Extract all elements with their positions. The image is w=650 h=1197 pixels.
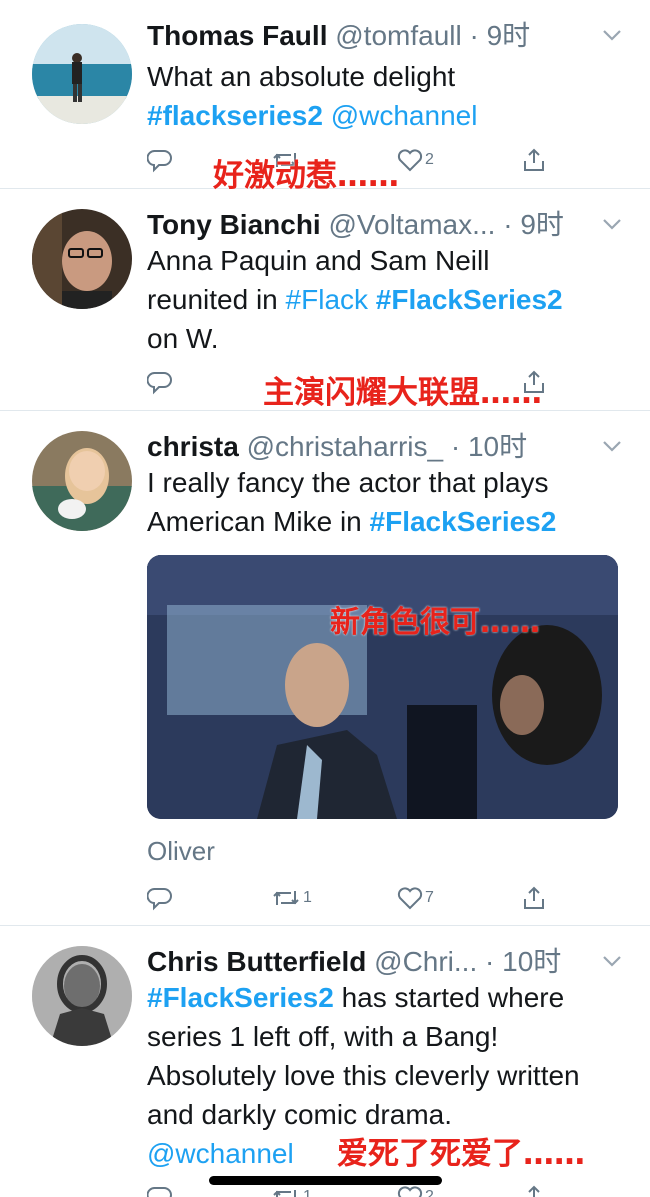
avatar[interactable] [32,24,132,124]
share-button[interactable] [521,1182,547,1197]
caption-overlay: 爱死了死爱了…… [337,1136,585,1172]
author-name[interactable]: Thomas Faull [147,20,327,51]
mention-link[interactable]: @wchannel [147,1138,294,1169]
separator: · [450,431,461,462]
share-icon [524,148,544,171]
retweet-icon [273,891,299,905]
tweet-header: Chris Butterfield @Chri... · 10时 [147,944,610,980]
reply-button[interactable] [147,145,173,175]
tweet-text: has started where [333,982,565,1013]
tweet-text: series 1 left off, with a Bang! [147,1021,499,1052]
tweet-text: Anna Paquin and Sam Neill [147,245,490,276]
caption-overlay: 主演闪耀大联盟…… [263,375,542,411]
avatar[interactable] [32,946,132,1046]
hashtag-link[interactable]: #FlackSeries2 [147,982,334,1013]
chevron-down-icon[interactable] [602,954,622,968]
like-count: 2 [425,151,434,168]
share-icon [528,1185,540,1197]
author-handle[interactable]: @Voltamax... [329,209,496,240]
retweet-icon [273,1190,296,1197]
author-name[interactable]: christa [147,431,239,462]
tweet-text: What an absolute delight [147,61,456,92]
like-button[interactable]: 2 [397,145,434,175]
tweet-actions: 1 7 [147,883,547,913]
separator: · [469,20,479,51]
mention-link[interactable]: @wchannel [331,100,478,131]
tweet-text: American Mike in [147,506,370,537]
reply-icon [147,1187,172,1197]
chevron-down-icon[interactable] [602,439,622,453]
tweet-body: What an absolute delight #flackseries2 @… [147,57,626,135]
reply-button[interactable] [147,1182,173,1197]
separator: · [503,209,513,240]
avatar[interactable] [32,431,132,531]
like-icon [397,149,423,172]
chevron-down-icon[interactable] [602,28,622,42]
tweet-header: Tony Bianchi @Voltamax... · 9时 [147,207,610,243]
avatar[interactable] [32,209,132,309]
timeline-feed: Thomas Faull @tomfaull · 9时 What an abso… [0,0,650,1197]
author-handle[interactable]: @Chri... [374,946,477,977]
tweet-text: on W. [147,323,219,354]
share-button[interactable] [521,883,547,913]
hashtag-link[interactable]: #Flack [286,284,368,315]
like-count: 7 [425,889,434,906]
retweet-count: 1 [303,889,312,906]
timestamp[interactable]: 10时 [502,946,561,977]
tweet-header: christa @christaharris_ · 10时 [147,429,610,465]
like-icon [397,1186,423,1197]
retweet-count: 1 [303,1188,312,1197]
tweet-text: reunited in [147,284,286,315]
hashtag-link[interactable]: #flackseries2 [147,100,323,131]
tweet-card[interactable]: Chris Butterfield @Chri... · 10时 #FlackS… [0,926,650,1197]
reply-icon [147,888,172,911]
like-icon [397,887,423,910]
author-handle[interactable]: @christaharris_ [247,431,443,462]
media-caption-overlay: 新角色很可…… [330,605,540,640]
share-button[interactable] [521,145,547,175]
tweet-text: I really fancy the actor that plays [147,467,549,498]
tweet-card[interactable]: Tony Bianchi @Voltamax... · 9时 Anna Paqu… [0,189,650,411]
chevron-down-icon[interactable] [602,217,622,231]
timestamp[interactable]: 9时 [520,209,564,240]
author-name[interactable]: Tony Bianchi [147,209,321,240]
author-handle[interactable]: @tomfaull [335,20,461,51]
hashtag-link[interactable]: #FlackSeries2 [370,506,557,537]
separator: · [485,946,495,977]
tweet-text: Absolutely love this cleverly written [147,1060,580,1091]
like-button[interactable]: 7 [397,883,434,913]
reply-icon [147,372,172,395]
tweet-card[interactable]: Thomas Faull @tomfaull · 9时 What an abso… [0,0,650,194]
tweet-body: Anna Paquin and Sam Neill reunited in #F… [147,241,626,358]
tweet-header: Thomas Faull @tomfaull · 9时 [147,18,610,54]
share-icon [524,886,544,909]
author-name[interactable]: Chris Butterfield [147,946,366,977]
media-attribution: Oliver [147,836,215,866]
like-count: 2 [425,1188,434,1197]
timestamp[interactable]: 10时 [468,431,527,462]
tweet-body: I really fancy the actor that plays Amer… [147,463,626,541]
hashtag-link[interactable]: #FlackSeries2 [376,284,563,315]
reply-button[interactable] [147,367,173,397]
reply-button[interactable] [147,883,173,913]
reply-icon [147,150,172,173]
timestamp[interactable]: 9时 [487,20,531,51]
home-indicator[interactable] [209,1176,442,1185]
retweet-button[interactable]: 1 [271,883,312,913]
tweet-media-image[interactable] [147,555,618,819]
